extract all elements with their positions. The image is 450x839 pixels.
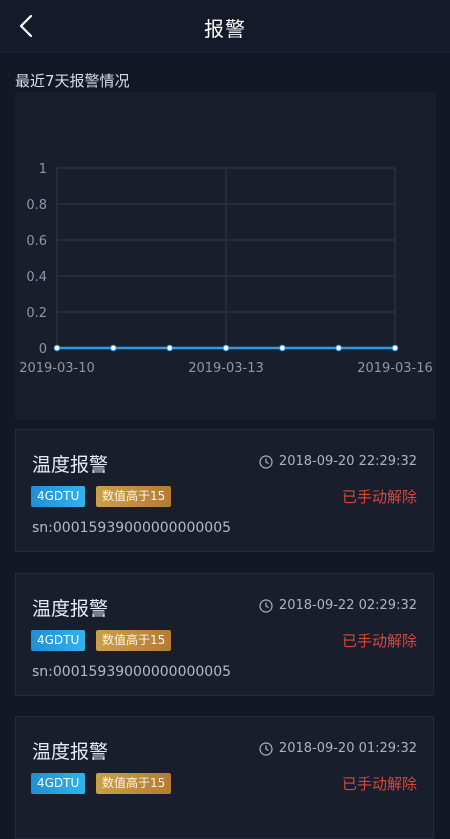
alarm-title: 温度报警 [32,741,109,763]
data-point [335,344,342,352]
alarm-chart-panel: 0 0.2 0.4 0.6 0.8 1 2019-03-10 2019-03-13 2019-0… [15,92,436,420]
y-tick-label: 0 [39,342,47,357]
data-point [53,344,61,352]
rule-tag: 数值高于15 [96,773,172,794]
alarm-line-chart: 0 0.2 0.4 0.6 0.8 1 2019-03-10 2019-03-13 2019-0… [19,162,433,376]
clock-icon [259,741,273,756]
data-point [110,344,117,352]
data-point [166,344,173,352]
x-tick-label: 2019-03-13 [188,361,264,376]
page-title: 报警 [204,17,246,41]
clock-icon [259,598,273,613]
alarm-time-text: 2018-09-20 22:29:32 [278,454,417,469]
y-tick-label: 1 [39,162,47,177]
rule-tag: 数值高于15 [96,486,172,507]
alarm-time-text: 2018-09-20 01:29:32 [278,741,417,756]
x-tick-label: 2019-03-10 [19,361,95,376]
alarm-card[interactable]: 温度报警 2018-09-22 02:29:32 4GDTU 数值高于15 已手… [15,573,434,696]
alarm-time: 2018-09-22 02:29:32 [259,598,417,613]
clock-icon [259,454,273,469]
alarm-card[interactable]: 温度报警 2018-09-20 01:29:32 4GDTU 数值高于15 已手… [15,716,434,839]
alarm-title: 温度报警 [32,598,109,620]
y-tick-label: 0.6 [26,234,47,249]
data-point [391,344,399,352]
device-tag: 4GDTU [31,486,86,507]
y-tick-label: 0.2 [26,306,47,321]
data-point [222,344,230,352]
y-tick-label: 0.8 [26,198,47,213]
section-title: 最近7天报警情况 [15,72,130,90]
x-tick-label: 2019-03-16 [357,361,433,376]
alarm-time: 2018-09-20 01:29:32 [259,741,417,756]
data-point [279,344,286,352]
alarm-status: 已手动解除 [341,488,417,506]
alarm-status: 已手动解除 [341,632,417,650]
alarm-card[interactable]: 温度报警 2018-09-20 22:29:32 4GDTU 数值高于15 已手… [15,429,434,552]
alarm-sn: sn:00015939000000000005 [32,520,232,536]
alarm-status: 已手动解除 [341,775,417,793]
alarm-title: 温度报警 [32,454,109,476]
alarm-sn: sn:00015939000000000005 [32,664,232,680]
top-bar: 报警 [0,0,450,53]
alarm-time: 2018-09-20 22:29:32 [259,454,417,469]
device-tag: 4GDTU [31,773,86,794]
rule-tag: 数值高于15 [96,630,172,651]
y-tick-label: 0.4 [26,270,47,285]
device-tag: 4GDTU [31,630,86,651]
alarm-time-text: 2018-09-22 02:29:32 [278,598,417,613]
